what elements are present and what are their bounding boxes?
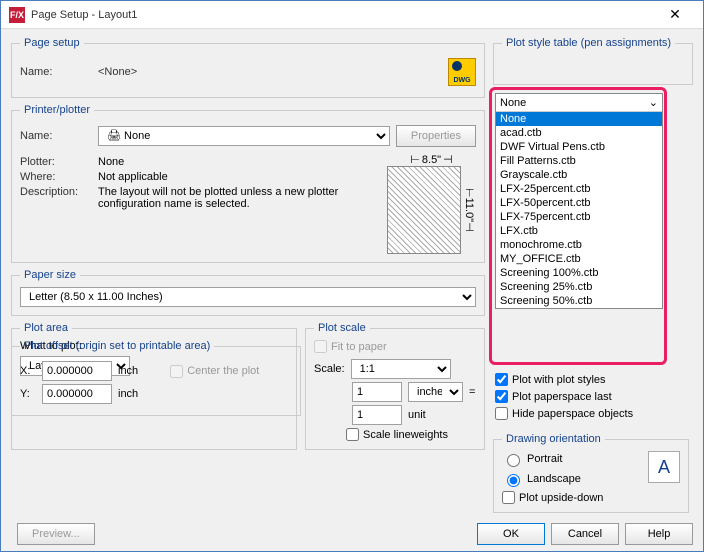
paper-preview [387, 166, 461, 254]
scale-select[interactable]: 1:1 [351, 359, 451, 379]
page-setup-legend: Page setup [20, 37, 84, 49]
paper-size-legend: Paper size [20, 269, 80, 281]
upside-down-checkbox[interactable] [502, 491, 515, 504]
orientation-group: Drawing orientation Portrait Landscape P… [493, 433, 689, 513]
chevron-down-icon[interactable]: ⌄ [649, 96, 658, 109]
paper-w: 8.5" [422, 154, 441, 166]
center-label: Center the plot [187, 365, 259, 377]
dropdown-selected: None [500, 97, 649, 109]
paper-size-select[interactable]: Letter (8.50 x 11.00 Inches) [20, 287, 476, 307]
plot-style-option[interactable]: acad.ctb [496, 126, 662, 140]
orientation-legend: Drawing orientation [502, 433, 605, 445]
page-setup-group: Page setup Name: <None> DWG [11, 37, 485, 98]
scale-unit1[interactable]: inches [408, 382, 463, 402]
plot-style-option[interactable]: Grayscale.ctb [496, 168, 662, 182]
desc-value: The layout will not be plotted unless a … [98, 186, 379, 210]
center-plot-checkbox [170, 365, 183, 378]
where-value: Not applicable [98, 171, 168, 183]
portrait-radio[interactable] [507, 454, 520, 467]
plot-style-option[interactable]: LFX-50percent.ctb [496, 196, 662, 210]
close-button[interactable]: ✕ [655, 6, 695, 23]
scale-unit2: unit [408, 409, 426, 421]
dwg-icon: DWG [448, 58, 476, 86]
properties-button[interactable]: Properties [396, 125, 476, 147]
page-setup-name-value: <None> [98, 66, 137, 78]
hide-paperspace-checkbox[interactable] [495, 407, 508, 420]
printer-legend: Printer/plotter [20, 104, 94, 116]
printer-group: Printer/plotter Name: 🖨 None Properties … [11, 104, 485, 263]
printer-name-label: Name: [20, 130, 92, 142]
scale-label: Scale: [314, 363, 345, 375]
eq: = [469, 386, 475, 398]
y-input[interactable] [42, 384, 112, 404]
plot-style-option[interactable]: Screening 100%.ctb [496, 266, 662, 280]
hide-paperspace-label: Hide paperspace objects [512, 408, 633, 420]
where-label: Where: [20, 171, 92, 183]
plot-style-option[interactable]: MY_OFFICE.ctb [496, 252, 662, 266]
plot-style-group: Plot style table (pen assignments) [493, 37, 693, 85]
ok-button[interactable]: OK [477, 523, 545, 545]
fit-label: Fit to paper [331, 341, 387, 353]
plot-offset-legend: Plot offset (origin set to printable are… [20, 340, 214, 352]
x-input[interactable] [42, 361, 112, 381]
scale-num1[interactable] [352, 382, 402, 402]
plot-paperspace-label: Plot paperspace last [512, 391, 612, 403]
y-label: Y: [20, 388, 36, 400]
plot-style-option[interactable]: Fill Patterns.ctb [496, 154, 662, 168]
desc-label: Description: [20, 186, 92, 198]
plotter-label: Plotter: [20, 156, 92, 168]
scale-num2[interactable] [352, 405, 402, 425]
printer-name-select[interactable]: 🖨 None [98, 126, 390, 146]
portrait-label: Portrait [527, 453, 562, 465]
plotter-value: None [98, 156, 124, 168]
x-unit: inch [118, 365, 138, 377]
plot-style-option[interactable]: LFX-75percent.ctb [496, 210, 662, 224]
plot-style-legend: Plot style table (pen assignments) [502, 37, 675, 49]
plot-style-option[interactable]: LFX-25percent.ctb [496, 182, 662, 196]
plot-with-styles-checkbox[interactable] [495, 373, 508, 386]
window-title: Page Setup - Layout1 [31, 9, 655, 21]
help-button[interactable]: Help [625, 523, 693, 545]
plot-scale-legend: Plot scale [314, 322, 370, 334]
plot-style-option[interactable]: None [496, 112, 662, 126]
app-icon: F/X [9, 7, 25, 23]
plot-style-option[interactable]: monochrome.ctb [496, 238, 662, 252]
plot-scale-group: Plot scale Fit to paper Scale: 1:1 inches… [305, 322, 485, 450]
paper-size-group: Paper size Letter (8.50 x 11.00 Inches) [11, 269, 485, 316]
orientation-icon: A [648, 451, 680, 483]
x-label: X: [20, 365, 36, 377]
paper-h: 11.0" [463, 198, 475, 223]
titlebar: F/X Page Setup - Layout1 ✕ [1, 1, 703, 29]
y-unit: inch [118, 388, 138, 400]
cancel-button[interactable]: Cancel [551, 523, 619, 545]
scale-lineweights-checkbox[interactable] [346, 428, 359, 441]
plot-style-option[interactable]: Screening 50%.ctb [496, 294, 662, 308]
preview-button[interactable]: Preview... [17, 523, 95, 545]
upside-down-label: Plot upside-down [519, 492, 603, 504]
plot-style-option[interactable]: DWF Virtual Pens.ctb [496, 140, 662, 154]
landscape-radio[interactable] [507, 474, 520, 487]
scale-lw-label: Scale lineweights [363, 429, 448, 441]
plot-with-styles-label: Plot with plot styles [512, 374, 606, 386]
plot-style-option[interactable]: Screening 25%.ctb [496, 280, 662, 294]
plot-style-option[interactable]: LFX.ctb [496, 224, 662, 238]
fit-to-paper-checkbox [314, 340, 327, 353]
landscape-label: Landscape [527, 473, 581, 485]
plot-paperspace-checkbox[interactable] [495, 390, 508, 403]
plot-area-legend: Plot area [20, 322, 72, 334]
page-setup-name-label: Name: [20, 66, 92, 78]
plot-style-dropdown[interactable]: None ⌄ Noneacad.ctbDWF Virtual Pens.ctbF… [495, 93, 663, 309]
